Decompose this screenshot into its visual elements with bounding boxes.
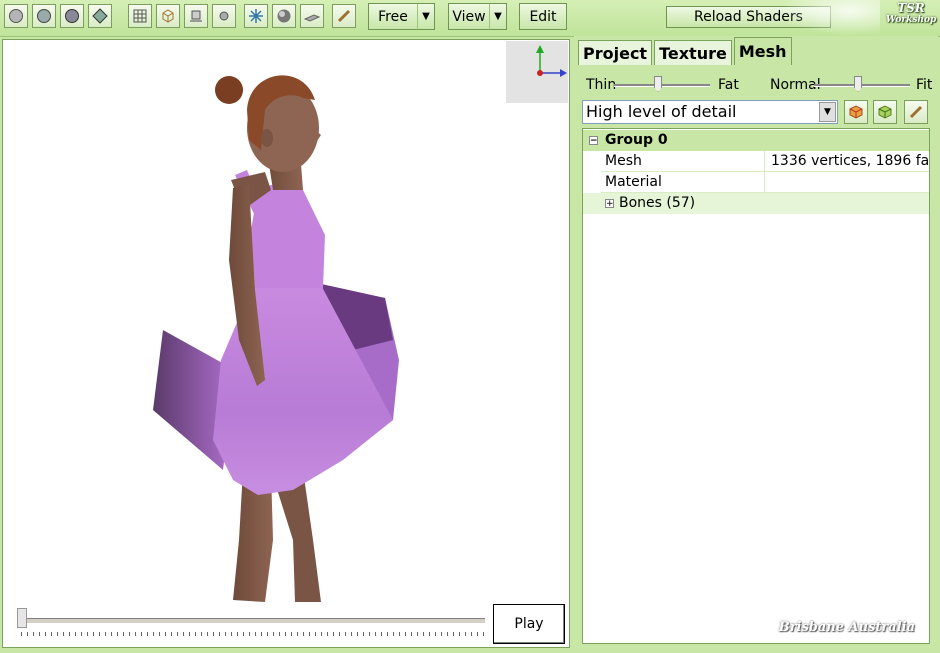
cube-red-icon bbox=[849, 105, 863, 119]
normal-fit-thumb[interactable] bbox=[854, 76, 862, 92]
bone-tool-button[interactable] bbox=[904, 100, 928, 124]
character-model bbox=[153, 75, 399, 602]
play-button[interactable]: Play bbox=[493, 604, 565, 644]
chevron-down-icon: ▼ bbox=[422, 11, 430, 22]
timeline-bar: Play bbox=[2, 604, 570, 648]
bone-icon[interactable] bbox=[332, 4, 356, 28]
row-key: Mesh bbox=[601, 151, 765, 172]
timeline-thumb[interactable] bbox=[17, 608, 27, 628]
collapse-icon[interactable]: − bbox=[589, 136, 598, 146]
axis-icon bbox=[536, 45, 567, 77]
table-row[interactable]: Material bbox=[583, 172, 929, 193]
thin-fat-slider[interactable] bbox=[614, 74, 710, 96]
mesh-import-button[interactable] bbox=[844, 100, 868, 124]
timeline-track[interactable] bbox=[17, 618, 485, 624]
table-row[interactable]: Mesh 1336 vertices, 1896 fac... bbox=[583, 151, 929, 172]
group-label: Group 0 bbox=[605, 132, 668, 148]
tree-group-row[interactable]: − Group 0 bbox=[583, 130, 929, 151]
diamond-icon[interactable] bbox=[88, 4, 112, 28]
panel-tabs: Project Texture Mesh bbox=[578, 37, 794, 66]
slider1-right-label: Fat bbox=[718, 77, 739, 93]
cube-green-icon bbox=[878, 105, 892, 119]
sphere-low-icon[interactable] bbox=[4, 4, 28, 28]
bones-label: Bones (57) bbox=[619, 195, 696, 211]
chevron-down-icon: ▼ bbox=[494, 11, 502, 22]
box-icon[interactable] bbox=[184, 4, 208, 28]
timeline-ticks bbox=[21, 632, 485, 636]
tree-bones-row[interactable]: + Bones (57) bbox=[583, 193, 929, 214]
lod-select[interactable]: High level of detail ▼ bbox=[582, 100, 838, 124]
mesh-export-button[interactable] bbox=[873, 100, 897, 124]
wireframe-icon[interactable] bbox=[156, 4, 180, 28]
sphere-high-icon[interactable] bbox=[60, 4, 84, 28]
logo-line1: TSR bbox=[897, 1, 925, 15]
bone-icon bbox=[909, 105, 923, 119]
network-icon[interactable] bbox=[244, 4, 268, 28]
properties-panel: Project Texture Mesh Thin Fat Normal Fit… bbox=[574, 36, 938, 650]
tsr-workshop-logo: TSR Workshop bbox=[886, 2, 936, 32]
normal-fit-slider[interactable] bbox=[814, 74, 910, 96]
lod-select-value: High level of detail bbox=[586, 102, 737, 121]
3d-viewport[interactable] bbox=[2, 39, 570, 607]
slider1-left-label: Thin bbox=[586, 77, 617, 93]
toolbar: Free ▼ View ▼ Edit Reload Shaders TSR Wo… bbox=[0, 0, 940, 37]
mesh-tree: − Group 0 Mesh 1336 vertices, 1896 fac..… bbox=[582, 128, 930, 644]
view-dropdown[interactable]: ▼ bbox=[489, 3, 507, 30]
sphere-mid-icon[interactable] bbox=[32, 4, 56, 28]
tab-texture[interactable]: Texture bbox=[654, 40, 732, 65]
watermark-text: Brisbane Australia bbox=[778, 620, 915, 635]
row-value bbox=[765, 172, 929, 193]
tab-mesh[interactable]: Mesh bbox=[733, 37, 792, 65]
sphere-shaded-icon[interactable] bbox=[272, 4, 296, 28]
chevron-down-icon[interactable]: ▼ bbox=[819, 102, 836, 122]
plane-icon[interactable] bbox=[300, 4, 324, 28]
leaf-decoration bbox=[780, 0, 880, 36]
tab-project[interactable]: Project bbox=[578, 40, 653, 65]
edit-button[interactable]: Edit bbox=[519, 3, 567, 30]
slider2-right-label: Fit bbox=[916, 77, 933, 93]
camera-mode-button[interactable]: Free bbox=[368, 3, 418, 30]
row-value: 1336 vertices, 1896 fac... bbox=[765, 151, 929, 172]
dot-icon[interactable] bbox=[212, 4, 236, 28]
expand-icon[interactable]: + bbox=[605, 199, 614, 209]
axis-gizmo bbox=[506, 41, 568, 103]
thin-fat-thumb[interactable] bbox=[654, 76, 662, 92]
grid-icon[interactable] bbox=[128, 4, 152, 28]
camera-mode-dropdown[interactable]: ▼ bbox=[417, 3, 435, 30]
logo-line2: Workshop bbox=[886, 15, 937, 25]
view-button[interactable]: View bbox=[448, 3, 490, 30]
row-key: Material bbox=[601, 172, 765, 193]
